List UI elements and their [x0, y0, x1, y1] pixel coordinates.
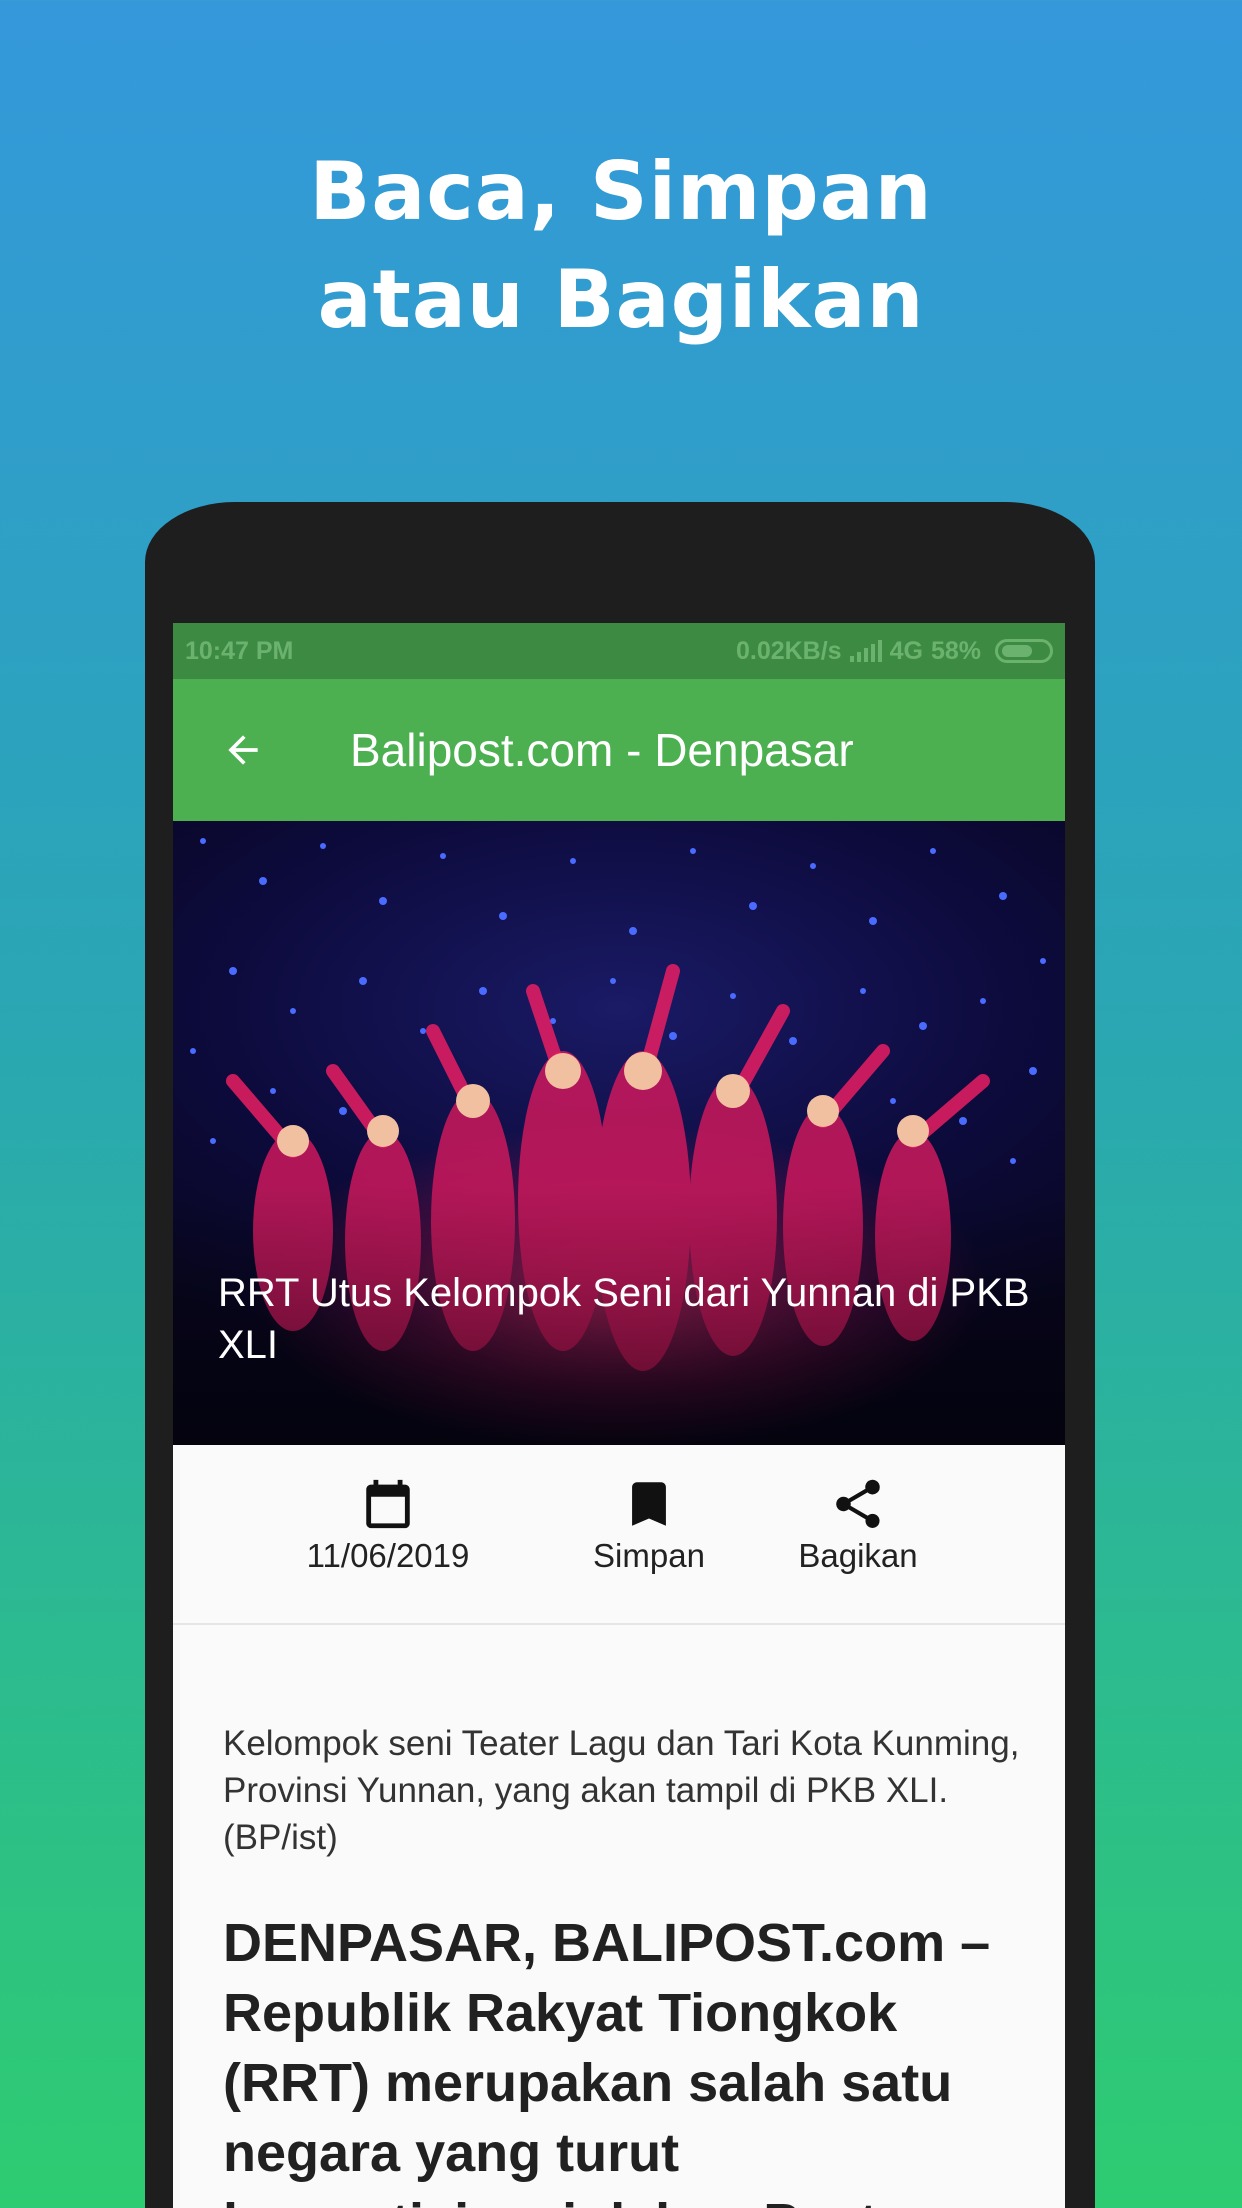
battery-percent: 58%	[930, 636, 981, 665]
save-label: Simpan	[593, 1537, 705, 1574]
back-button[interactable]	[213, 720, 273, 780]
status-time: 10:47 PM	[185, 636, 294, 665]
calendar-icon	[366, 1479, 410, 1529]
app-bar-title: Balipost.com - Denpasar	[350, 724, 854, 776]
article-lead: DENPASAR, BALIPOST.com – Republik Rakyat…	[223, 1913, 991, 2208]
promo-headline: Baca, Simpan atau Bagikan	[0, 138, 1242, 354]
network-speed: 0.02KB/s	[735, 636, 842, 665]
article-date: 11/06/2019	[306, 1537, 470, 1574]
article-actions: 11/06/2019 Simpan Bagikan	[173, 1445, 1065, 1625]
status-bar: 10:47 PM 0.02KB/s 4G 58%	[173, 623, 1065, 679]
share-label: Bagikan	[798, 1537, 918, 1574]
promo-headline-line2: atau Bagikan	[317, 253, 925, 346]
arrow-left-icon	[228, 735, 258, 765]
battery-icon	[995, 639, 1053, 663]
network-type: 4G	[889, 636, 923, 665]
date-item: 11/06/2019	[288, 1475, 488, 1575]
signal-icon	[849, 640, 882, 662]
share-button[interactable]: Bagikan	[768, 1475, 948, 1575]
image-caption: Kelompok seni Teater Lagu dan Tari Kota …	[223, 1724, 1020, 1857]
article-hero: RRT Utus Kelompok Seni dari Yunnan di PK…	[173, 821, 1065, 1445]
share-icon	[836, 1479, 880, 1528]
bookmark-icon	[632, 1482, 666, 1526]
status-indicators: 0.02KB/s 4G 58%	[736, 637, 1053, 666]
save-button[interactable]: Simpan	[569, 1475, 729, 1575]
promo-headline-line1: Baca, Simpan	[309, 145, 933, 238]
article-title: RRT Utus Kelompok Seni dari Yunnan di PK…	[218, 1271, 1030, 1367]
app-bar: Balipost.com - Denpasar	[173, 679, 1065, 821]
